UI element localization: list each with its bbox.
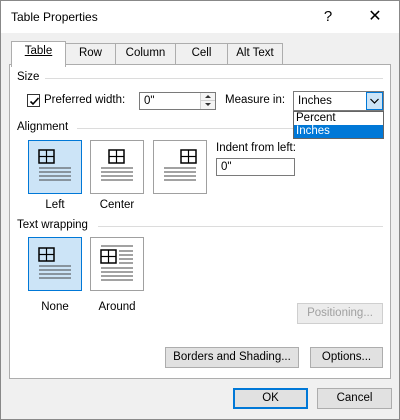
preferred-width-checkbox[interactable] — [27, 94, 40, 107]
text-wrapping-group-label: Text wrapping — [17, 219, 88, 231]
close-icon[interactable]: ✕ — [365, 7, 385, 27]
measure-in-label: Measure in: — [225, 94, 286, 106]
borders-and-shading-button[interactable]: Borders and Shading... — [165, 347, 299, 368]
spin-arrows — [200, 93, 215, 109]
tab-column[interactable]: Column — [115, 43, 176, 65]
ok-button[interactable]: OK — [233, 388, 308, 409]
wrap-around-caption: Around — [98, 301, 136, 313]
indent-from-left-spinner[interactable]: 0" — [216, 158, 295, 176]
cancel-button[interactable]: Cancel — [317, 388, 392, 409]
wrap-none-caption: None — [41, 301, 69, 313]
measure-in-dropdown-list: Percent Inches — [293, 111, 384, 139]
align-center-caption: Center — [99, 199, 135, 211]
tab-cell[interactable]: Cell — [175, 43, 228, 65]
wrap-around-icon — [100, 245, 133, 281]
cancel-label: Cancel — [336, 392, 373, 404]
help-icon[interactable]: ? — [318, 7, 338, 27]
align-left-caption: Left — [45, 199, 65, 211]
measure-in-combo[interactable]: Inches — [293, 91, 384, 111]
indent-from-left-label: Indent from left: — [216, 142, 296, 154]
align-center-icon — [101, 149, 133, 181]
checkmark-icon — [29, 97, 40, 106]
measure-in-value: Inches — [298, 95, 332, 107]
tab-table[interactable]: Table — [11, 41, 66, 67]
preferred-width-label: Preferred width: — [44, 94, 126, 106]
title-bar: Table Properties ? ✕ — [1, 1, 399, 33]
align-right-tile[interactable] — [153, 140, 207, 194]
options-label: Options... — [321, 351, 372, 363]
wrap-none-tile[interactable] — [28, 237, 82, 291]
tab-label: Alt Text — [236, 47, 274, 59]
ok-label: OK — [262, 392, 279, 404]
align-left-tile[interactable] — [28, 140, 82, 194]
dropdown-arrow-icon[interactable] — [366, 92, 383, 110]
tab-label: Table — [24, 45, 53, 57]
wrap-none-icon — [38, 247, 71, 279]
borders-and-shading-label: Borders and Shading... — [173, 351, 291, 363]
tab-label: Row — [78, 47, 102, 59]
wrap-around-tile[interactable] — [90, 237, 144, 291]
measure-option-percent[interactable]: Percent — [294, 112, 383, 125]
tab-row[interactable]: Row — [65, 43, 116, 65]
align-left-icon — [38, 149, 71, 181]
group-divider — [98, 226, 383, 227]
alignment-group-label: Alignment — [17, 121, 69, 133]
positioning-button[interactable]: Positioning... — [297, 303, 383, 324]
align-center-tile[interactable] — [90, 140, 144, 194]
size-group-label: Size — [17, 71, 40, 83]
group-divider — [45, 78, 383, 79]
spin-up-icon[interactable] — [201, 93, 215, 101]
positioning-label: Positioning... — [307, 307, 373, 319]
tab-label: Column — [125, 47, 166, 59]
indent-from-left-value: 0" — [221, 161, 232, 173]
preferred-width-spinner[interactable]: 0" — [139, 92, 216, 110]
window-title: Table Properties — [11, 10, 98, 24]
preferred-width-value: 0" — [144, 95, 155, 107]
table-properties-dialog: Table Properties ? ✕ Table Row Column Ce… — [0, 0, 400, 420]
spin-down-icon[interactable] — [201, 101, 215, 109]
tab-label: Cell — [191, 47, 212, 59]
tab-alt-text[interactable]: Alt Text — [227, 43, 283, 65]
measure-option-inches[interactable]: Inches — [294, 125, 383, 138]
align-right-icon — [164, 149, 197, 181]
options-button[interactable]: Options... — [310, 347, 383, 368]
